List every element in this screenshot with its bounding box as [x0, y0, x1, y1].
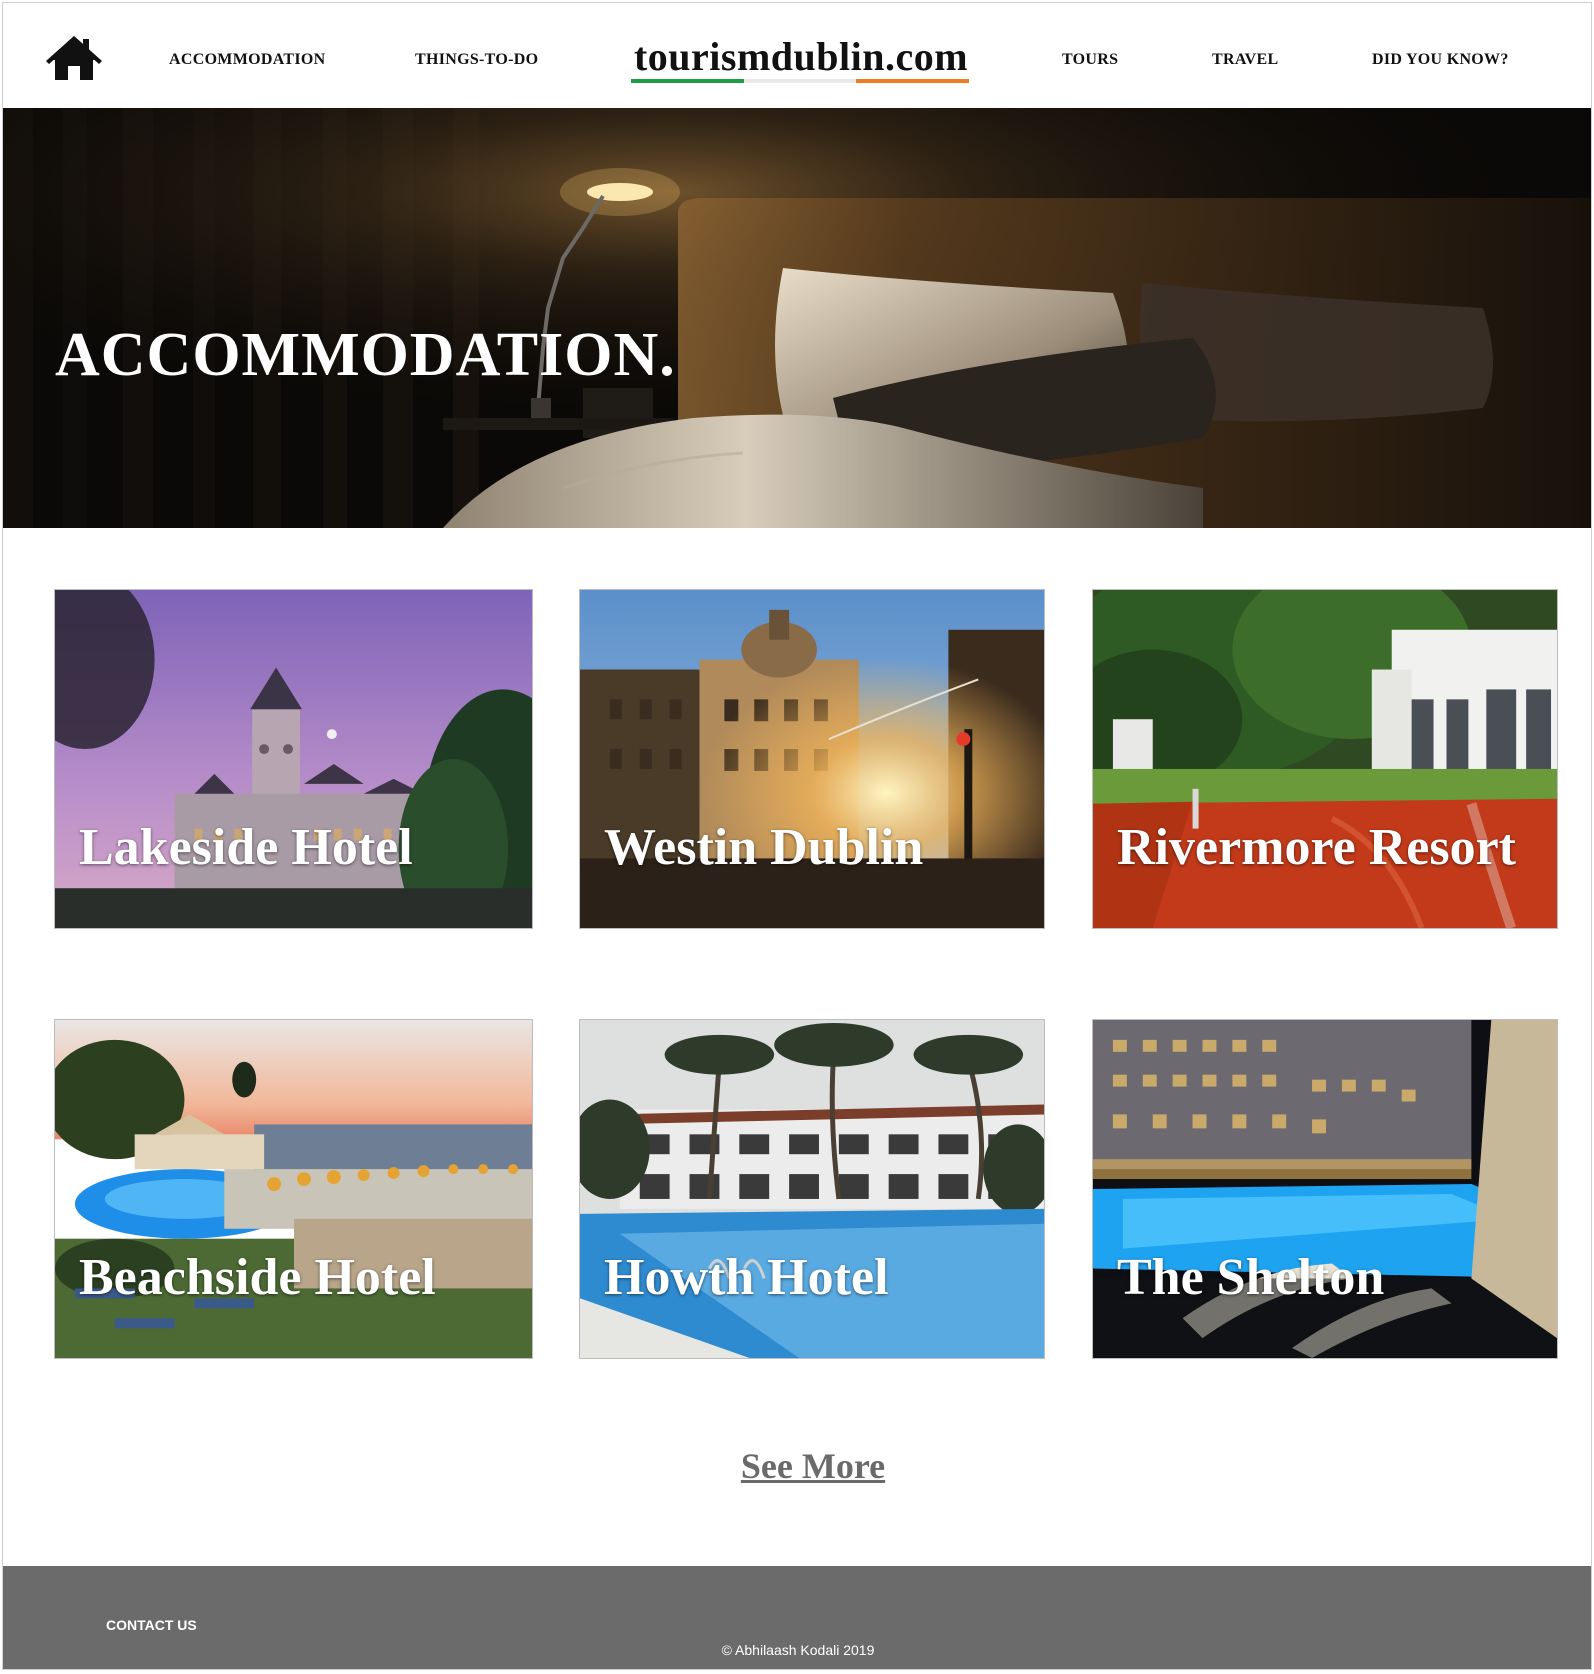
rivermore-resort-image — [1093, 590, 1557, 928]
nav-travel[interactable]: TRAVEL — [1212, 51, 1278, 69]
site-footer: CONTACT US © Abhilaash Kodali 2019 — [3, 1566, 1591, 1669]
hotel-card-westin[interactable]: Westin Dublin — [579, 589, 1045, 929]
site-logo[interactable]: tourismdublin.com — [631, 33, 971, 80]
hero-banner: ACCOMMODATION. — [3, 108, 1591, 528]
hotel-name: Howth Hotel — [604, 1249, 889, 1306]
the-shelton-image — [1093, 1020, 1557, 1358]
hotel-card-rivermore[interactable]: Rivermore Resort — [1092, 589, 1558, 929]
hotel-card-shelton[interactable]: The Shelton — [1092, 1019, 1558, 1359]
hotel-name: Rivermore Resort — [1117, 819, 1516, 876]
hero-title: ACCOMMODATION. — [55, 321, 676, 389]
hotel-card-lakeside[interactable]: Lakeside Hotel — [54, 589, 533, 929]
hotel-card-howth[interactable]: Howth Hotel — [579, 1019, 1045, 1359]
hotel-name: Beachside Hotel — [79, 1249, 436, 1306]
home-icon[interactable] — [46, 34, 102, 82]
hotel-card-beachside[interactable]: Beachside Hotel — [54, 1019, 533, 1359]
hotel-name: Lakeside Hotel — [79, 819, 413, 876]
nav-tours[interactable]: TOURS — [1062, 51, 1118, 69]
copyright-text: © Abhilaash Kodali 2019 — [721, 1642, 875, 1658]
nav-things-to-do[interactable]: THINGS-TO-DO — [415, 51, 538, 69]
westin-dublin-image — [580, 590, 1044, 928]
logo-underline — [631, 79, 969, 83]
see-more-link[interactable]: See More — [723, 1445, 903, 1487]
contact-us-link[interactable]: CONTACT US — [106, 1617, 197, 1633]
nav-did-you-know[interactable]: DID YOU KNOW? — [1372, 51, 1509, 69]
lakeside-hotel-image — [55, 590, 532, 928]
hero-bed-image — [3, 108, 1591, 528]
hotel-name: The Shelton — [1117, 1249, 1385, 1306]
site-header: ACCOMMODATION THINGS-TO-DO tourismdublin… — [3, 3, 1591, 108]
howth-hotel-image — [580, 1020, 1044, 1358]
page: ACCOMMODATION THINGS-TO-DO tourismdublin… — [2, 2, 1592, 1670]
beachside-hotel-image — [55, 1020, 532, 1358]
nav-accommodation[interactable]: ACCOMMODATION — [169, 51, 325, 69]
hotel-name: Westin Dublin — [604, 819, 924, 876]
